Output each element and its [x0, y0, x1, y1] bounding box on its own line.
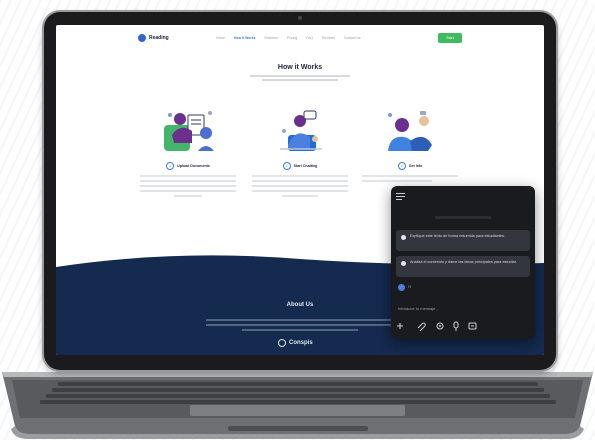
nav-cta-button[interactable]: Start — [438, 33, 462, 43]
assistant-avatar — [398, 284, 405, 291]
suggestion-text: Analiza el contenido y dame las ideas pr… — [410, 260, 517, 264]
step-name: Upload Documents — [177, 164, 210, 168]
footer-logo-text: Conspis — [289, 340, 313, 346]
step-description-line — [140, 185, 236, 187]
about-text-line — [206, 319, 394, 321]
step-description-line — [252, 175, 348, 177]
nav-link-pricing[interactable]: Pricing — [287, 36, 297, 40]
step-label-2: 2 Start Chatting — [252, 162, 348, 170]
step-description-line — [140, 175, 236, 177]
chat-widget: Explique este texto de forma resumida pa… — [391, 186, 535, 339]
nav-link-contact[interactable]: Contact Us — [344, 36, 361, 40]
step-name: Start Chatting — [293, 164, 318, 168]
site-logo[interactable]: Reading — [138, 33, 169, 43]
upload-documents-illustration — [164, 111, 214, 151]
site-navbar: Reading Home How it Works Features Prici… — [56, 31, 544, 45]
suggestion-text: Explique este texto de forma resumida pa… — [410, 234, 505, 238]
chat-input-area — [391, 300, 535, 316]
step-number-badge: 3 — [397, 162, 406, 170]
step-description-line — [174, 195, 202, 197]
chat-header-placeholder — [435, 216, 491, 219]
step-name: Get Info — [408, 164, 423, 168]
microphone-icon[interactable] — [453, 321, 459, 331]
step-description-line — [282, 195, 318, 197]
assistant-message: Hi — [408, 285, 412, 289]
nav-link-features[interactable]: Features — [264, 36, 277, 40]
trackpad[interactable] — [190, 405, 405, 416]
section-subtitle-line — [262, 79, 338, 81]
menu-icon[interactable] — [396, 193, 405, 201]
suggestion-chip-2[interactable]: Analiza el contenido y dame las ideas pr… — [396, 256, 530, 277]
step-description-line — [252, 185, 348, 187]
step-label-1: 1 Upload Documents — [140, 162, 236, 170]
get-info-illustration — [388, 111, 432, 151]
nav-link-home[interactable]: Home — [216, 36, 225, 40]
webcam-dot — [298, 16, 302, 20]
logo-mark-icon — [138, 34, 146, 42]
step-number-badge: 1 — [166, 162, 175, 170]
step-label-3: 3 Get Info — [362, 162, 458, 170]
step-description-line — [252, 190, 348, 192]
section-subtitle-line — [250, 75, 350, 77]
send-icon[interactable] — [468, 322, 477, 330]
footer-logo-mark-icon — [278, 339, 286, 347]
laptop-base — [2, 372, 593, 439]
step-description-line — [252, 180, 348, 182]
step-description-line — [362, 175, 458, 177]
chat-toolbar — [397, 321, 477, 332]
step-description-line — [140, 190, 236, 192]
suggestion-chip-1[interactable]: Explique este texto de forma resumida pa… — [396, 230, 530, 251]
about-text-line — [206, 324, 394, 326]
chat-message-input[interactable] — [391, 300, 535, 316]
step-description-line — [140, 180, 236, 182]
settings-icon[interactable] — [436, 322, 444, 330]
sparkle-icon — [401, 235, 406, 240]
logo-text: Reading — [149, 35, 169, 41]
nav-link-faq[interactable]: FAQ — [306, 36, 313, 40]
section-title-how-it-works: How it Works — [277, 64, 323, 71]
start-chatting-illustration — [280, 110, 322, 151]
step-description-line — [362, 180, 432, 182]
laptop-screen: Reading Home How it Works Features Prici… — [56, 25, 544, 355]
nav-link-reviews[interactable]: Reviews — [322, 36, 335, 40]
step-card-1: 1 Upload Documents — [140, 105, 236, 235]
about-text-line — [242, 329, 358, 331]
nav-links: Home How it Works Features Pricing FAQ R… — [216, 36, 361, 40]
attach-icon[interactable] — [417, 322, 426, 332]
sparkle-icon — [401, 261, 406, 266]
nav-link-how-it-works[interactable]: How it Works — [234, 36, 255, 40]
step-card-2: 2 Start Chatting — [252, 105, 348, 235]
add-icon[interactable] — [397, 323, 403, 329]
step-number-badge: 2 — [282, 162, 291, 170]
footer-logo[interactable]: Conspis — [278, 339, 313, 347]
